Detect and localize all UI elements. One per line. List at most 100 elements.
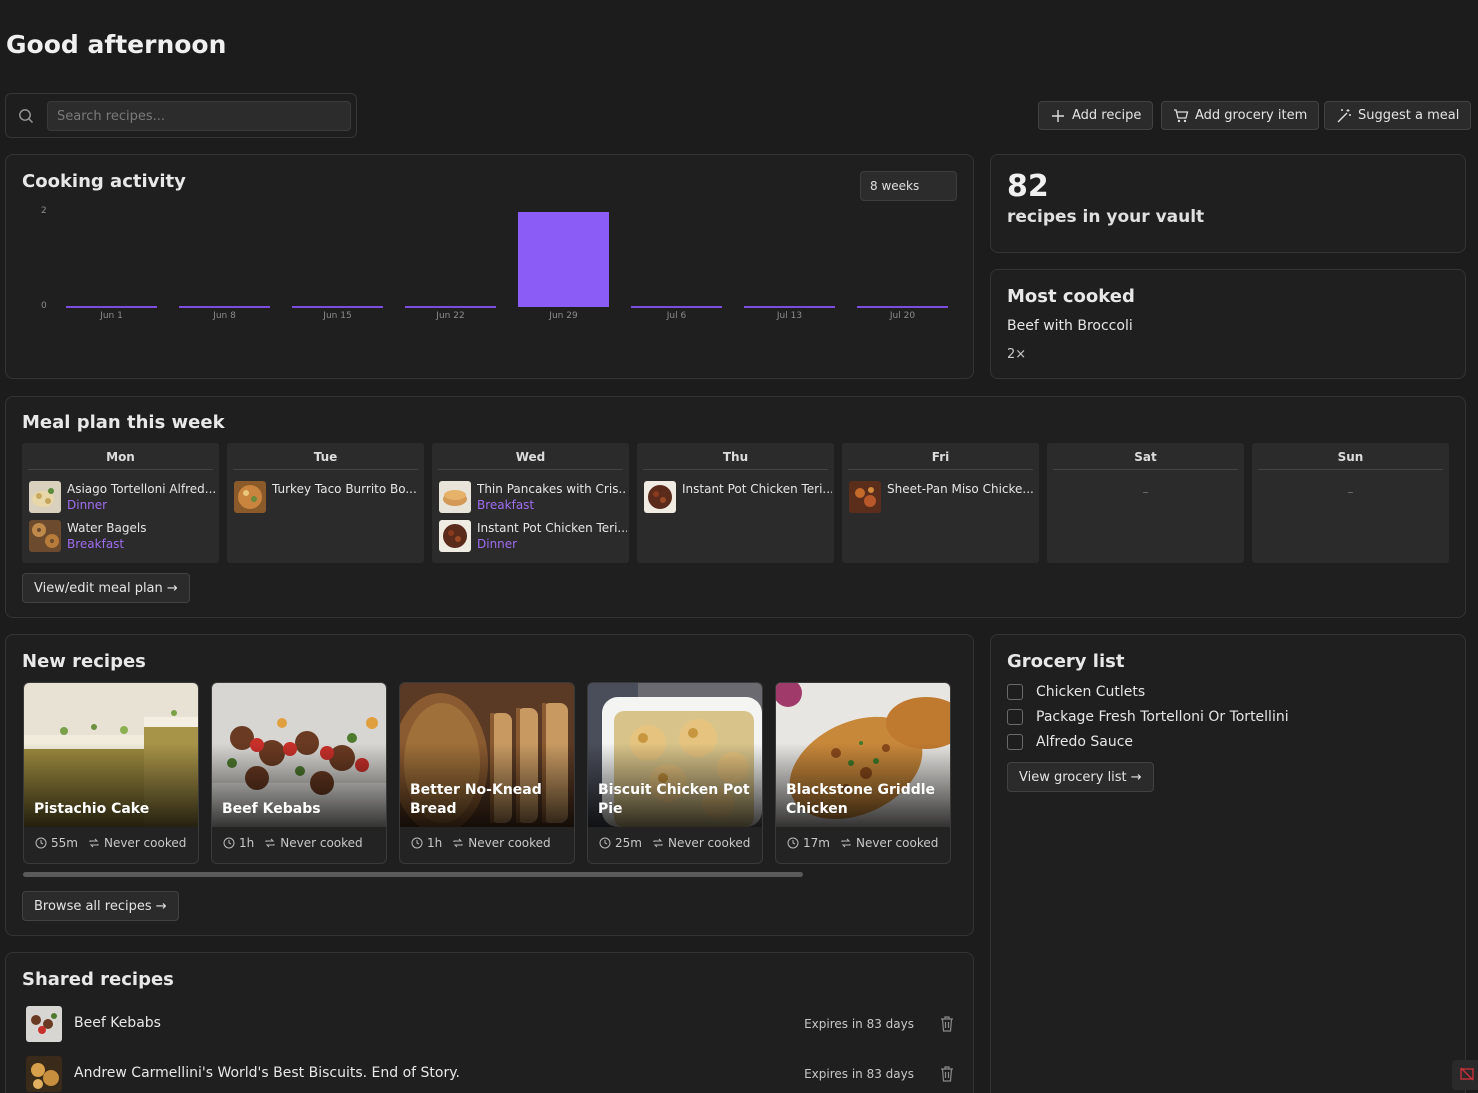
grocery-item-label: Package Fresh Tortelloni Or Tortellini bbox=[1036, 709, 1289, 725]
x-tick-label: Jun 15 bbox=[323, 311, 352, 321]
recipe-meta: 55m Never cooked bbox=[35, 836, 186, 850]
shared-recipe-row[interactable]: Beef Kebabs Expires in 83 days bbox=[26, 1006, 956, 1044]
add-recipe-label: Add recipe bbox=[1072, 108, 1142, 123]
grocery-list-title: Grocery list bbox=[1007, 651, 1125, 672]
search-input[interactable] bbox=[47, 101, 351, 131]
meal-item[interactable]: Asiago Tortelloni Alfred... Dinner bbox=[29, 481, 216, 513]
search-icon bbox=[19, 109, 33, 123]
new-recipes-card: New recipes Pistachio Cake 55m Never coo… bbox=[5, 634, 974, 936]
magic-wand-icon bbox=[1337, 108, 1351, 122]
search-bar bbox=[5, 93, 357, 138]
meal-item[interactable]: Instant Pot Chicken Teri... Dinner bbox=[439, 520, 627, 552]
devtools-toggle[interactable] bbox=[1452, 1060, 1478, 1090]
bagels-thumbnail bbox=[29, 520, 61, 552]
range-select-value: 8 weeks bbox=[870, 179, 920, 193]
recipe-title: Biscuit Chicken Pot Pie bbox=[598, 782, 750, 817]
repeat-icon bbox=[841, 838, 851, 848]
shared-recipes-title: Shared recipes bbox=[22, 969, 174, 990]
empty-day: – bbox=[1142, 485, 1149, 499]
chart-bar[interactable] bbox=[857, 306, 948, 308]
grocery-item-label: Chicken Cutlets bbox=[1036, 684, 1146, 700]
x-tick-label: Jul 6 bbox=[666, 311, 687, 321]
x-tick-label: Jun 8 bbox=[213, 311, 236, 321]
x-tick-label: Jun 1 bbox=[100, 311, 123, 321]
no-signal-icon bbox=[1460, 1067, 1474, 1081]
browse-recipes-button[interactable]: Browse all recipes → bbox=[22, 891, 179, 921]
recipe-card[interactable]: Pistachio Cake 55m Never cooked bbox=[23, 682, 199, 864]
view-meal-plan-button[interactable]: View/edit meal plan → bbox=[22, 573, 190, 603]
trash-icon[interactable] bbox=[938, 1015, 956, 1033]
chart-bar[interactable] bbox=[179, 306, 270, 308]
meal-item[interactable]: Instant Pot Chicken Teri... bbox=[644, 481, 832, 513]
day-name: Sat bbox=[1053, 450, 1238, 470]
view-meal-plan-label: View/edit meal plan → bbox=[34, 580, 178, 596]
cooking-activity-card: Cooking activity 8 weeks 2 0 Jun 1 Jun 8 Jun… bbox=[5, 154, 974, 379]
recipe-meta: 1h Never cooked bbox=[223, 836, 363, 850]
meal-item[interactable]: Sheet-Pan Miso Chicke... bbox=[849, 481, 1035, 513]
meal-type: Dinner bbox=[67, 498, 108, 512]
recipe-card[interactable]: Beef Kebabs 1h Never cooked bbox=[211, 682, 387, 864]
recipe-card[interactable]: Better No-Knead Bread 1h Never cooked bbox=[399, 682, 575, 864]
clock-icon bbox=[599, 837, 611, 849]
x-tick-label: Jul 13 bbox=[776, 311, 803, 321]
recipe-cooked: Never cooked bbox=[103, 836, 187, 850]
recipe-cooked: Never cooked bbox=[667, 836, 751, 850]
recipe-meta: 25m Never cooked bbox=[599, 836, 750, 850]
add-recipe-button[interactable]: Add recipe bbox=[1038, 101, 1154, 130]
chart-bar[interactable] bbox=[405, 306, 496, 308]
day-name: Wed bbox=[438, 450, 623, 470]
chart-bar[interactable] bbox=[66, 306, 157, 308]
grocery-item[interactable]: Alfredo Sauce bbox=[1007, 732, 1133, 752]
range-select[interactable]: 8 weeks bbox=[860, 171, 957, 201]
repeat-icon bbox=[653, 838, 663, 848]
recipe-count: 82 bbox=[1007, 169, 1049, 204]
clock-icon bbox=[35, 837, 47, 849]
recipe-time: 55m bbox=[51, 836, 78, 850]
x-tick-label: Jul 20 bbox=[889, 311, 916, 321]
recipe-meta: 17m Never cooked bbox=[787, 836, 938, 850]
meal-name: Instant Pot Chicken Teri... bbox=[682, 482, 832, 496]
meal-type: Breakfast bbox=[477, 498, 535, 512]
meal-type: Dinner bbox=[477, 537, 518, 551]
view-grocery-list-button[interactable]: View grocery list → bbox=[1007, 762, 1154, 792]
shared-recipe-expiry: Expires in 83 days bbox=[804, 1067, 914, 1081]
add-grocery-button[interactable]: Add grocery item bbox=[1161, 101, 1320, 130]
day-name: Mon bbox=[28, 450, 213, 470]
horizontal-scrollbar[interactable] bbox=[23, 872, 803, 877]
recipe-title: Blackstone Griddle Chicken bbox=[786, 782, 936, 817]
meal-name: Sheet-Pan Miso Chicke... bbox=[887, 482, 1034, 496]
meal-item[interactable]: Turkey Taco Burrito Bo... bbox=[234, 481, 420, 513]
day-name: Tue bbox=[233, 450, 418, 470]
recipe-time: 1h bbox=[239, 836, 255, 850]
grocery-item[interactable]: Package Fresh Tortelloni Or Tortellini bbox=[1007, 707, 1289, 727]
day-name: Sun bbox=[1258, 450, 1443, 470]
repeat-icon bbox=[453, 838, 463, 848]
shared-recipe-name: Beef Kebabs bbox=[74, 1015, 161, 1031]
clock-icon bbox=[223, 837, 235, 849]
shared-recipe-row[interactable]: Andrew Carmellini's World's Best Biscuit… bbox=[26, 1056, 956, 1093]
day-fri: Fri Sheet-Pan Miso Chicke... bbox=[842, 443, 1039, 563]
chart-bar[interactable] bbox=[518, 212, 609, 307]
browse-recipes-label: Browse all recipes → bbox=[34, 898, 167, 914]
trash-icon[interactable] bbox=[938, 1065, 956, 1083]
vault-stats-card: 82 recipes in your vault bbox=[990, 154, 1466, 253]
grocery-item[interactable]: Chicken Cutlets bbox=[1007, 682, 1145, 702]
chart-bar[interactable] bbox=[292, 306, 383, 308]
grocery-checkbox[interactable] bbox=[1007, 684, 1023, 700]
chart-bar[interactable] bbox=[744, 306, 835, 308]
grocery-checkbox[interactable] bbox=[1007, 734, 1023, 750]
recipe-card[interactable]: Blackstone Griddle Chicken 17m Never coo… bbox=[775, 682, 951, 864]
suggest-meal-button[interactable]: Suggest a meal bbox=[1324, 101, 1472, 130]
chart-bar[interactable] bbox=[631, 306, 722, 308]
recipe-cooked: Never cooked bbox=[855, 836, 939, 850]
day-wed: Wed Thin Pancakes with Cris... Breakfast… bbox=[432, 443, 629, 563]
grocery-checkbox[interactable] bbox=[1007, 709, 1023, 725]
recipe-card[interactable]: Biscuit Chicken Pot Pie 25m Never cooked bbox=[587, 682, 763, 864]
meal-item[interactable]: Water Bagels Breakfast bbox=[29, 520, 215, 552]
recipe-time: 25m bbox=[615, 836, 642, 850]
recipe-meta: 1h Never cooked bbox=[411, 836, 551, 850]
meal-item[interactable]: Thin Pancakes with Cris... Breakfast bbox=[439, 481, 627, 513]
day-sun: Sun – bbox=[1252, 443, 1449, 563]
most-cooked-name[interactable]: Beef with Broccoli bbox=[1007, 318, 1133, 334]
most-cooked-title: Most cooked bbox=[1007, 286, 1135, 307]
